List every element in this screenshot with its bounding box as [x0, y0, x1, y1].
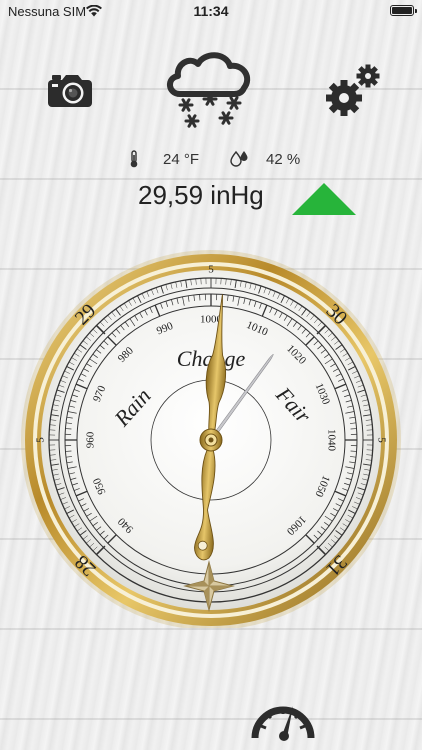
camera-button[interactable]	[48, 74, 92, 113]
inhg-label: 5	[375, 437, 387, 443]
inhg-label: 5	[35, 437, 47, 443]
settings-button[interactable]	[326, 64, 382, 123]
pressure-value: 29,59 inHg	[138, 180, 264, 210]
humidity-value: 42 %	[266, 151, 301, 168]
status-bar: Nessuna SIM 11:34	[0, 0, 422, 22]
battery-icon	[390, 5, 417, 16]
temperature-value: 24 °F	[163, 151, 200, 168]
needle-hub	[199, 428, 223, 452]
speedometer-icon	[251, 706, 315, 741]
barometer-gauge: 28529530531 9409509609709809901000 101010…	[21, 250, 401, 628]
weather-condition	[162, 48, 258, 137]
thermometer-icon	[130, 150, 138, 168]
clock: 11:34	[193, 3, 229, 19]
trend-up-icon	[292, 183, 356, 215]
gears-icon	[326, 64, 380, 116]
camera-icon	[48, 75, 92, 107]
humidity-icon	[230, 150, 248, 167]
hpa-label: 960	[85, 431, 97, 448]
hpa-label: 1040	[325, 429, 337, 452]
inhg-label: 5	[208, 264, 214, 276]
snow-cloud-icon	[167, 52, 251, 128]
speedometer-button[interactable]	[249, 692, 317, 747]
readings-row: 24 °F 42 %	[0, 150, 422, 170]
